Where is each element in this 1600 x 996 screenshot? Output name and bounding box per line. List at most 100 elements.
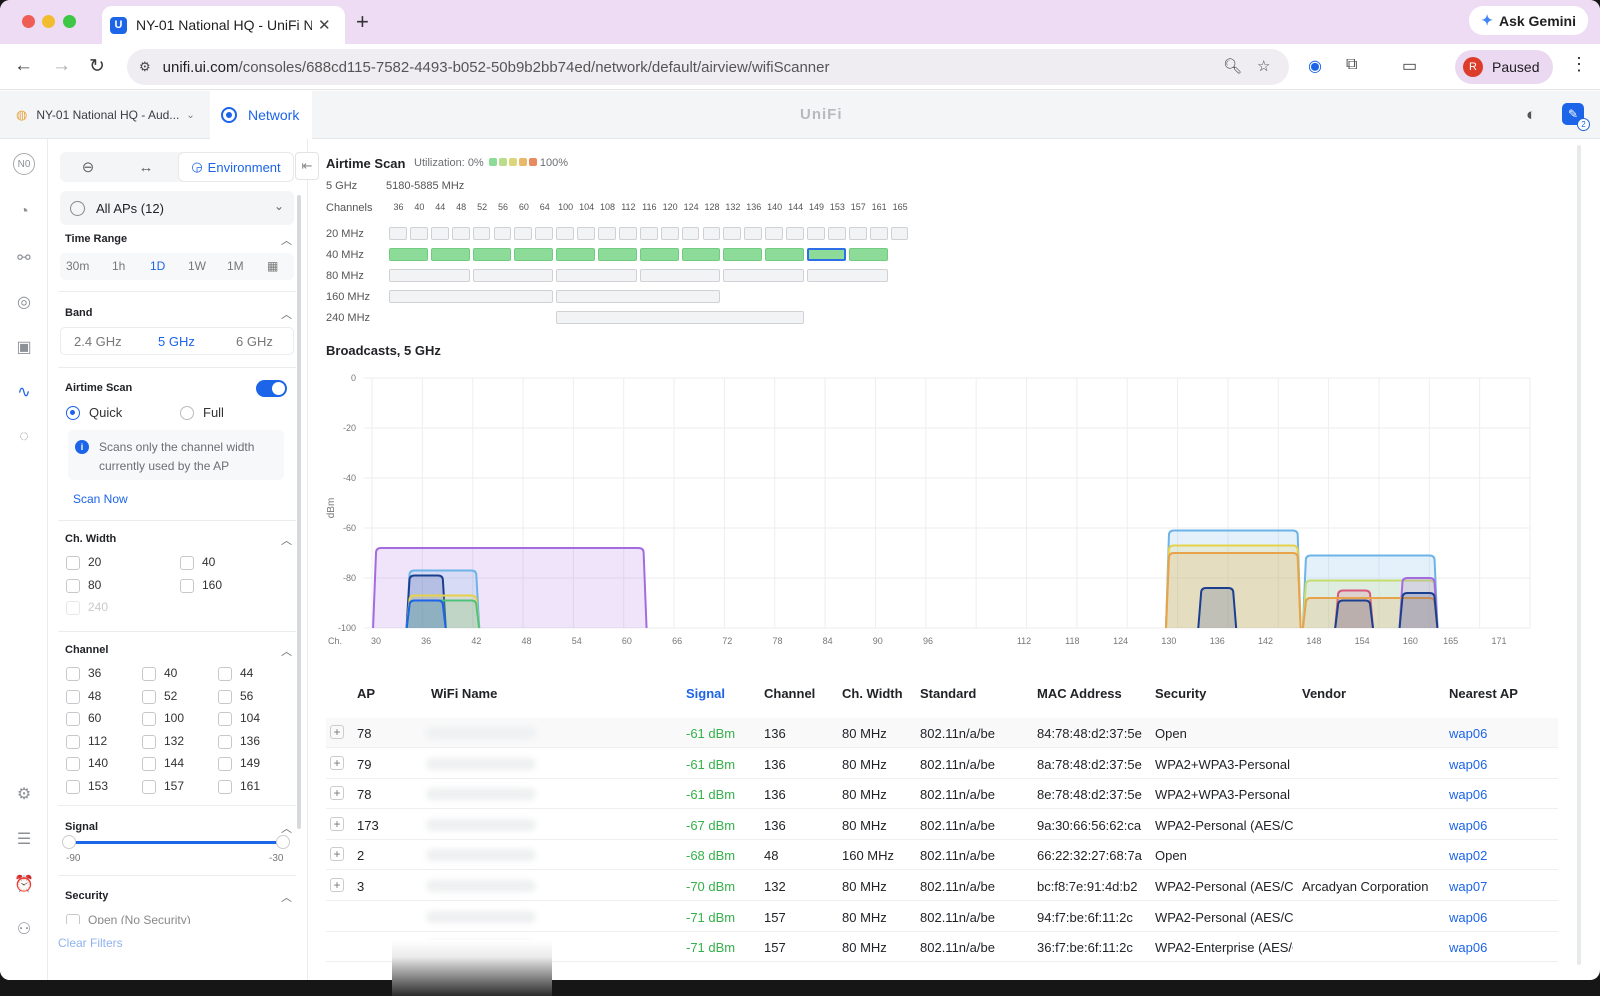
ap-select[interactable]: All APs (12) ⌄: [60, 191, 294, 225]
expand-row-icon[interactable]: +: [330, 878, 344, 892]
channel-checkbox-104[interactable]: [218, 712, 232, 726]
cell-20mhz[interactable]: [765, 227, 784, 240]
table-row[interactable]: +3 -70 dBm 132 80 MHz 802.11n/a/be bc:f8:7e:9…: [326, 871, 1558, 901]
cell-20mhz[interactable]: [639, 227, 658, 240]
channel-checkbox-52[interactable]: [142, 689, 156, 704]
back-arrow-icon[interactable]: ←: [14, 55, 33, 77]
column-header-mac-address[interactable]: MAC Address: [1037, 686, 1122, 701]
channel-checkbox-136[interactable]: [218, 734, 232, 749]
channel-checkbox-144[interactable]: [142, 757, 156, 771]
alarms-icon[interactable]: ⏰: [13, 873, 35, 895]
cell-40mhz[interactable]: [514, 248, 554, 261]
full-scan-radio[interactable]: [180, 406, 194, 420]
time-1w[interactable]: 1W: [188, 259, 206, 273]
cell-40mhz[interactable]: [848, 248, 888, 261]
cell-20mhz[interactable]: [848, 227, 867, 240]
cell-nearest[interactable]: wap06: [1449, 940, 1529, 955]
column-header-wifi-name[interactable]: WiFi Name: [431, 686, 497, 701]
cell-20mhz[interactable]: [472, 227, 491, 240]
cell-20mhz[interactable]: [535, 227, 554, 240]
browser-menu-icon[interactable]: ⋮: [1570, 54, 1588, 75]
collapse-security-icon[interactable]: ︿: [281, 889, 292, 905]
time-1h[interactable]: 1h: [112, 259, 125, 273]
cell-20mhz[interactable]: [556, 227, 575, 240]
close-window-icon[interactable]: [22, 15, 35, 28]
cell-20mhz[interactable]: [702, 227, 721, 240]
gauge-icon[interactable]: ◔: [13, 201, 35, 223]
clear-filters-button[interactable]: Clear Filters: [58, 936, 123, 950]
band-5ghz[interactable]: 5 GHz: [158, 334, 195, 349]
channel-checkbox-48[interactable]: [66, 689, 80, 704]
channel-checkbox-40[interactable]: [142, 667, 156, 681]
browser-tab[interactable]: U NY-01 National HQ - UniFi Network ✕: [102, 6, 345, 44]
channel-checkbox-100[interactable]: [142, 712, 156, 726]
time-1m[interactable]: 1M: [227, 259, 244, 273]
cell-20mhz[interactable]: [681, 227, 700, 240]
band-6ghz[interactable]: 6 GHz: [236, 334, 273, 349]
zoom-icon[interactable]: 🔍︎: [1223, 57, 1242, 75]
extensions-puzzle-icon[interactable]: ⧉: [1346, 56, 1357, 74]
cell-20mhz[interactable]: [807, 227, 825, 240]
channel-checkbox-132[interactable]: [142, 734, 156, 749]
cell-40mhz[interactable]: [598, 248, 637, 261]
airtime-scan-toggle[interactable]: [256, 380, 287, 397]
channel-checkbox-44[interactable]: [218, 667, 232, 681]
channel-checkbox-140[interactable]: [66, 757, 80, 771]
channel-checkbox-161[interactable]: [218, 779, 232, 794]
column-header-ap[interactable]: AP: [357, 686, 375, 701]
channel-checkbox-56[interactable]: [218, 689, 232, 704]
cell-40mhz[interactable]: [430, 248, 470, 261]
column-header-nearest-ap[interactable]: Nearest AP: [1449, 686, 1518, 701]
settings-gear-icon[interactable]: ⚙: [13, 783, 35, 805]
table-row[interactable]: +2 -68 dBm 48 160 MHz 802.11n/a/be 66:22:32:2…: [326, 840, 1558, 871]
minimize-window-icon[interactable]: [42, 15, 55, 28]
collapse-channel-icon[interactable]: ︿: [281, 643, 292, 659]
signal-min-handle[interactable]: [62, 835, 76, 849]
devices-icon[interactable]: ◎: [13, 291, 35, 313]
cell-40mhz[interactable]: [807, 248, 846, 261]
cell-20mhz[interactable]: [744, 227, 763, 240]
ch-width-checkbox-80[interactable]: [66, 579, 80, 593]
column-header-ch-width[interactable]: Ch. Width: [842, 686, 903, 701]
panel-scrollbar[interactable]: [297, 195, 301, 829]
collapse-time-range-icon[interactable]: ︿: [281, 232, 292, 248]
tab-close-icon[interactable]: ✕: [318, 16, 331, 34]
cell-40mhz[interactable]: [723, 248, 763, 261]
cell-40mhz[interactable]: [389, 248, 428, 261]
table-row[interactable]: -71 dBm 157 80 MHz 802.11n/a/be 94:f7:be:6f:…: [326, 902, 1558, 932]
cell-20mhz[interactable]: [409, 227, 428, 240]
collapse-signal-icon[interactable]: ︿: [281, 820, 292, 836]
band-2-4ghz[interactable]: 2.4 GHz: [74, 334, 122, 349]
table-row[interactable]: +78 -61 dBm 136 80 MHz 802.11n/a/be 8e:78:48:…: [326, 779, 1558, 810]
table-row[interactable]: +79 -61 dBm 136 80 MHz 802.11n/a/be 8a:78:48:…: [326, 749, 1558, 779]
cell-80mhz[interactable]: [639, 269, 721, 282]
scan-now-button[interactable]: Scan Now: [73, 492, 128, 506]
cell-40mhz[interactable]: [556, 248, 595, 261]
cell-80mhz[interactable]: [807, 269, 888, 282]
cell-20mhz[interactable]: [827, 227, 846, 240]
site-selector[interactable]: ◍ NY-01 National HQ - Aud... ⌄: [16, 91, 195, 139]
cell-40mhz[interactable]: [639, 248, 679, 261]
collapse-panel-button[interactable]: ⇤: [295, 152, 319, 180]
channel-checkbox-112[interactable]: [66, 734, 80, 749]
cell-20mhz[interactable]: [869, 227, 888, 240]
new-tab-icon[interactable]: +: [356, 9, 369, 35]
ask-gemini-button[interactable]: ✦ Ask Gemini: [1469, 6, 1588, 35]
cell-240mhz[interactable]: [556, 311, 804, 324]
collapse-band-icon[interactable]: ︿: [281, 306, 292, 322]
ch-width-checkbox-40[interactable]: [180, 556, 194, 570]
reload-icon[interactable]: ↻: [89, 55, 105, 78]
password-manager-icon[interactable]: ◉: [1308, 56, 1322, 76]
expand-row-icon[interactable]: +: [330, 725, 344, 739]
signal-max-handle[interactable]: [276, 835, 290, 849]
main-scrollbar[interactable]: [1577, 145, 1581, 965]
ch-width-checkbox-160[interactable]: [180, 579, 194, 593]
cell-20mhz[interactable]: [430, 227, 449, 240]
cell-nearest[interactable]: wap06: [1449, 757, 1529, 772]
dashboard-icon[interactable]: N0: [13, 153, 35, 175]
column-header-vendor[interactable]: Vendor: [1302, 686, 1346, 701]
cell-160mhz[interactable]: [556, 290, 721, 303]
cell-20mhz[interactable]: [723, 227, 742, 240]
profile-button[interactable]: R Paused: [1455, 50, 1553, 84]
bookmark-star-icon[interactable]: ☆: [1257, 57, 1270, 75]
